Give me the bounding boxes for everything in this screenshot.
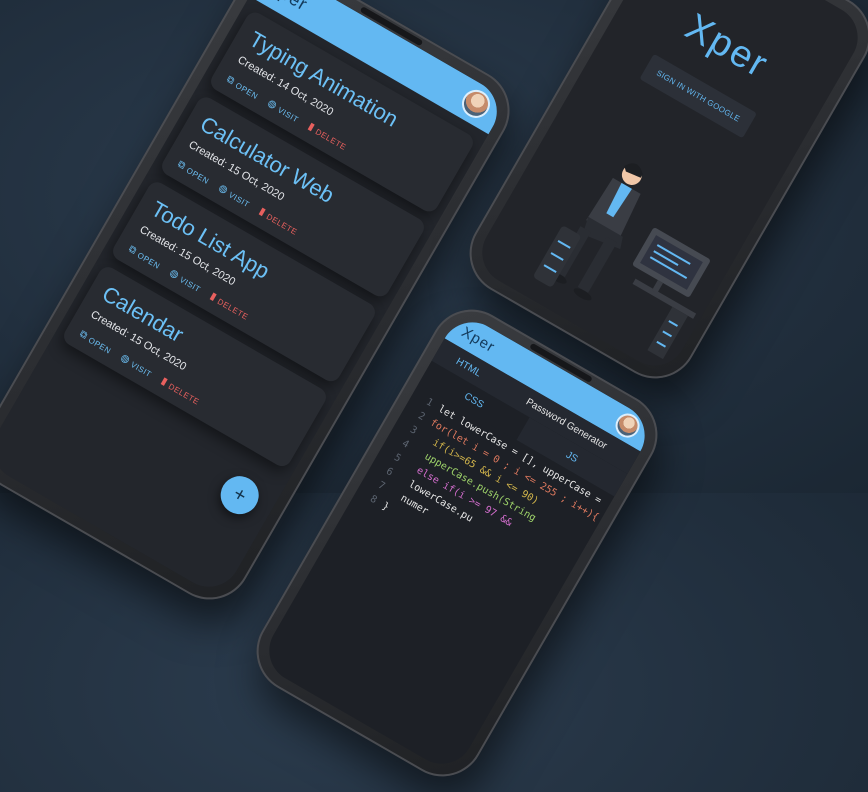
visit-button[interactable]: ◍ VISIT bbox=[119, 352, 154, 379]
open-button[interactable]: ⧉ OPEN bbox=[225, 74, 261, 101]
open-button[interactable]: ⧉ OPEN bbox=[127, 244, 163, 271]
visit-button[interactable]: ◍ VISIT bbox=[217, 182, 252, 209]
add-project-button[interactable]: + bbox=[213, 469, 266, 522]
sign-in-screen: Xper SIGN IN WITH GOOGLE bbox=[470, 0, 868, 378]
avatar[interactable] bbox=[456, 84, 496, 124]
open-button[interactable]: ⧉ OPEN bbox=[78, 329, 114, 356]
app-logo: Xper bbox=[265, 0, 311, 15]
visit-button[interactable]: ◍ VISIT bbox=[266, 98, 301, 124]
visit-button[interactable]: ◍ VISIT bbox=[168, 267, 203, 294]
open-button[interactable]: ⧉ OPEN bbox=[176, 159, 212, 186]
